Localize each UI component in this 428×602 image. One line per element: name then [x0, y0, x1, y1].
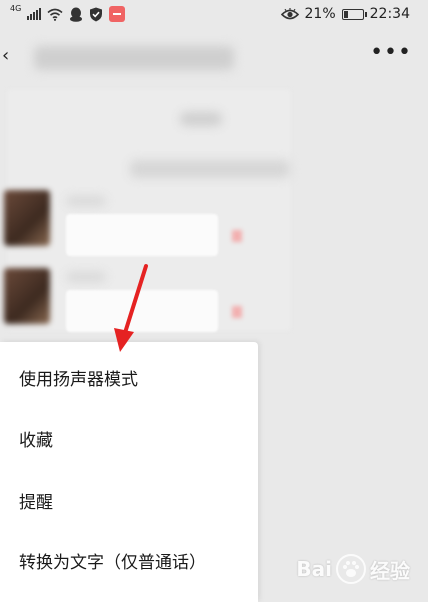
- menu-item-favorite[interactable]: 收藏: [19, 426, 53, 451]
- more-icon[interactable]: •••: [370, 40, 412, 65]
- menu-item-reminder[interactable]: 提醒: [19, 488, 53, 513]
- battery-percent: 21%: [304, 6, 336, 22]
- menu-item-convert-to-text[interactable]: 转换为文字（仅普通话）: [19, 548, 206, 573]
- blurred-unread-dot: [232, 230, 242, 242]
- menu-item-speaker-mode[interactable]: 使用扬声器模式: [19, 365, 138, 390]
- eye-protection-icon: [280, 7, 299, 19]
- signal-icon: [27, 8, 42, 20]
- annotation-arrow: [114, 264, 148, 352]
- qq-penguin-icon: [70, 7, 83, 22]
- chevron-left-icon[interactable]: ‹: [2, 47, 9, 65]
- blurred-sender-name: [66, 196, 106, 206]
- status-bar: 4G 21% 22:34: [0, 0, 428, 28]
- battery-icon: [341, 8, 367, 20]
- blurred-chat-title: [34, 46, 234, 70]
- watermark: Bai 经验: [296, 554, 410, 584]
- status-icons-left: 4G: [10, 4, 126, 23]
- watermark-text-left: Bai: [296, 557, 332, 581]
- blurred-system-message: [130, 160, 290, 178]
- clock: 22:34: [369, 6, 410, 22]
- status-icons-right: 21% 22:34: [280, 4, 410, 24]
- blurred-sender-name: [66, 272, 106, 282]
- blurred-voice-message: [66, 214, 218, 256]
- paw-logo-icon: [336, 554, 366, 584]
- blurred-avatar: [4, 190, 50, 246]
- watermark-text-right: 经验: [370, 558, 410, 583]
- battery-level: [343, 10, 348, 18]
- wifi-icon: [47, 8, 63, 21]
- blurred-unread-dot: [232, 306, 242, 318]
- chat-header: ‹ •••: [0, 30, 428, 86]
- shield-icon: [90, 7, 103, 21]
- notification-badge-icon: [109, 6, 126, 22]
- message-context-menu: 使用扬声器模式 收藏 提醒 转换为文字（仅普通话）: [0, 342, 258, 602]
- blurred-avatar: [4, 268, 50, 324]
- blurred-timestamp: [180, 112, 222, 126]
- network-type: 4G: [10, 4, 22, 13]
- phone-screen: 4G 21% 22:34 ‹ ••• 使用扬声器模式 收藏 提醒 转换为文字（仅…: [0, 0, 428, 602]
